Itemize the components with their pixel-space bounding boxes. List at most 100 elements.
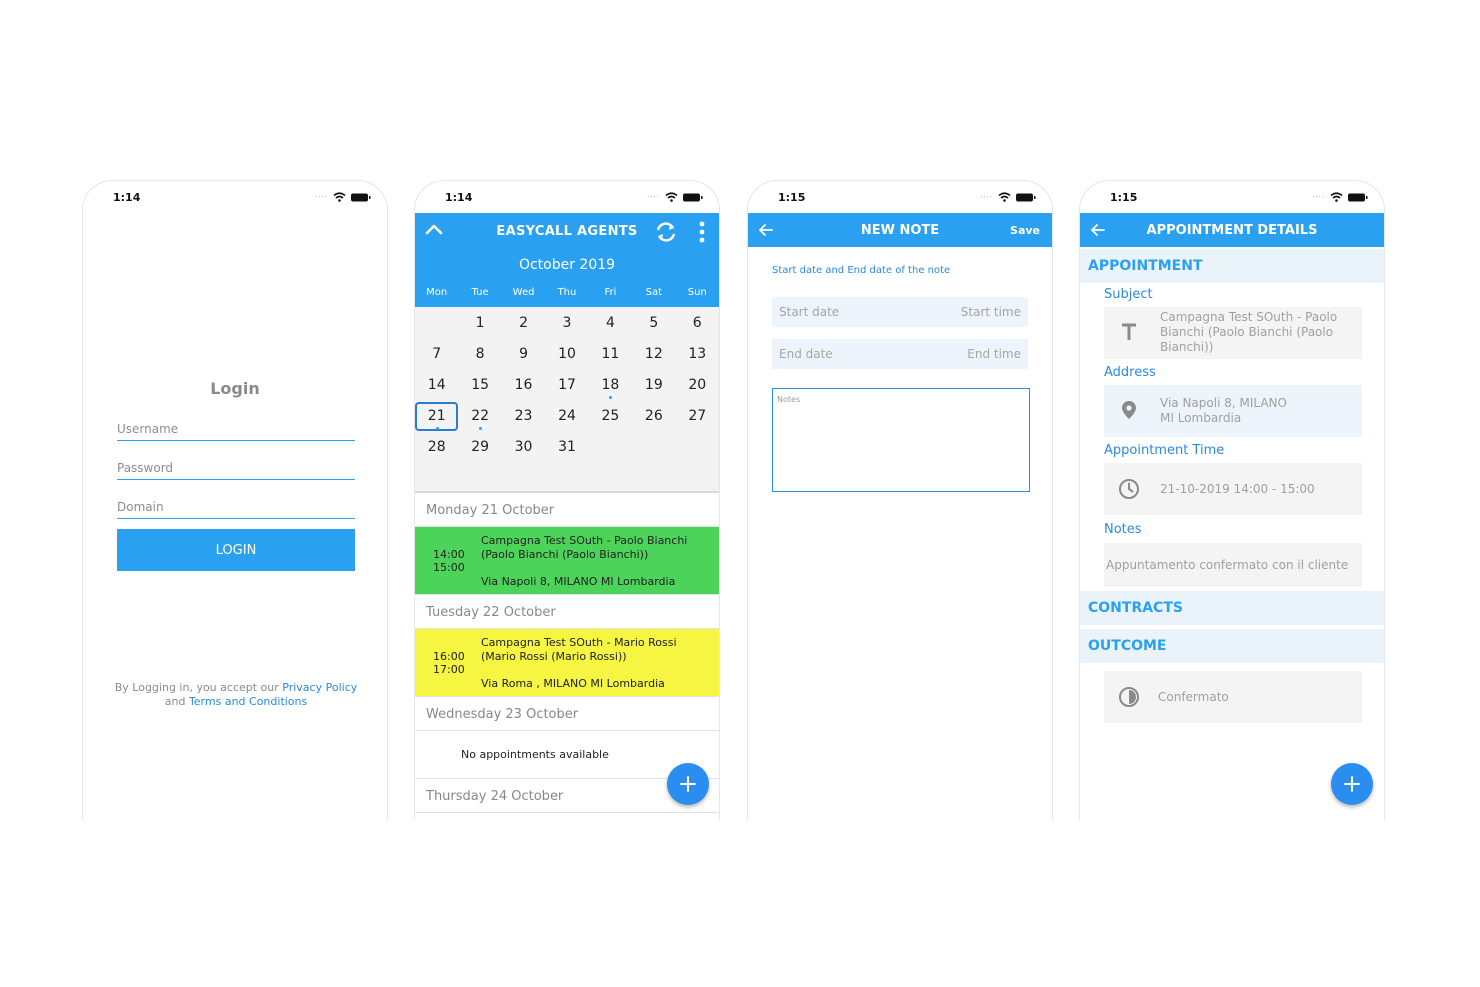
calendar-day[interactable]: 15 <box>458 370 501 401</box>
end-date-field[interactable]: End date <box>779 347 833 361</box>
refresh-icon[interactable] <box>653 219 679 245</box>
calendar-week-row: 21 22 23 24 25 26 27 <box>415 401 719 432</box>
calendar-day[interactable]: 20 <box>676 370 719 401</box>
wifi-icon <box>333 192 346 202</box>
status-bar: 1:14 ···· <box>415 181 719 213</box>
calendar-day[interactable]: 11 <box>589 339 632 370</box>
calendar-day[interactable]: 25 <box>589 401 632 432</box>
text-icon <box>1122 323 1136 340</box>
calendar-day[interactable]: 7 <box>415 339 458 370</box>
status-bar: 1:15 ···· <box>748 181 1052 213</box>
username-field[interactable]: Username <box>117 417 355 441</box>
calendar-day[interactable]: 31 <box>545 432 588 463</box>
start-date-field[interactable]: Start date <box>779 305 839 319</box>
calendar-screen: 1:14 ···· EASYCALL AGENTS October 2019 M… <box>414 180 720 820</box>
agenda-day-header: Tuesday 22 October <box>415 595 719 629</box>
agenda-day-header: Wednesday 23 October <box>415 697 719 731</box>
start-time-field[interactable]: Start time <box>961 305 1021 319</box>
appointment-address: Via Napoli 8, MILANO MI Lombardia <box>481 575 676 588</box>
appointment-subject-line: Campagna Test SOuth - Mario Rossi <box>481 636 677 649</box>
calendar-day[interactable]: 8 <box>458 339 501 370</box>
appointment-subject-line: (Mario Rossi (Mario Rossi)) <box>481 650 627 663</box>
screen-title: NEW NOTE <box>860 223 940 238</box>
password-field[interactable]: Password <box>117 456 355 480</box>
terms-link[interactable]: Terms and Conditions <box>189 695 307 708</box>
calendar-day[interactable]: 5 <box>632 308 675 339</box>
calendar-day[interactable]: 3 <box>545 308 588 339</box>
save-button[interactable]: Save <box>1010 224 1040 237</box>
calendar-day[interactable]: 4 <box>589 308 632 339</box>
appointment-subject-line: Campagna Test SOuth - Paolo Bianchi <box>481 534 688 547</box>
weekday-label: Sat <box>645 287 663 298</box>
location-pin-icon <box>1122 401 1136 419</box>
calendar-day[interactable]: 13 <box>676 339 719 370</box>
calendar-day[interactable]: 12 <box>632 339 675 370</box>
more-options-icon[interactable] <box>693 219 711 245</box>
notes-value: Appuntamento confermato con il cliente <box>1106 558 1349 572</box>
calendar-day[interactable]: 24 <box>545 401 588 432</box>
subject-card: Campagna Test SOuth - Paolo Bianchi (Pao… <box>1104 307 1362 359</box>
calendar-day[interactable]: 19 <box>632 370 675 401</box>
appointment-address: Via Roma , MILANO MI Lombardia <box>481 677 665 690</box>
appointment-row[interactable]: 16:00 17:00 Campagna Test SOuth - Mario Ro… <box>415 629 719 697</box>
section-contracts[interactable]: CONTRACTS <box>1080 591 1384 625</box>
add-appointment-button[interactable] <box>667 763 709 805</box>
weekday-label: Sun <box>687 287 707 298</box>
calendar-week-row: 14 15 16 17 18 19 20 <box>415 370 719 401</box>
calendar-day[interactable]: 28 <box>415 432 458 463</box>
signal-icon: ···· <box>980 193 993 201</box>
calendar-day[interactable]: 16 <box>502 370 545 401</box>
half-circle-icon <box>1119 687 1139 707</box>
outcome-card: Confermato <box>1104 671 1362 723</box>
calendar-day[interactable]: 2 <box>502 308 545 339</box>
calendar-day[interactable]: 22 <box>458 401 501 432</box>
month-label: October 2019 <box>518 257 616 273</box>
calendar-week-row: 7 8 9 10 11 12 13 <box>415 339 719 370</box>
calendar-day[interactable]: 18 <box>589 370 632 401</box>
calendar-day[interactable]: 26 <box>632 401 675 432</box>
privacy-policy-link[interactable]: Privacy Policy <box>282 681 357 694</box>
calendar-day[interactable]: 14 <box>415 370 458 401</box>
status-time: 1:15 <box>778 191 806 204</box>
notes-textarea[interactable]: Notes <box>772 388 1030 492</box>
new-note-screen: 1:15 ···· NEW NOTE Save Start date and E… <box>747 180 1053 820</box>
address-line2: MI Lombardia <box>1160 411 1242 425</box>
wifi-icon <box>998 192 1011 202</box>
login-button[interactable]: LOGIN <box>117 529 355 571</box>
appointment-end: 17:00 <box>433 663 465 676</box>
clock-icon <box>1119 479 1139 499</box>
calendar-day[interactable]: 9 <box>502 339 545 370</box>
status-time: 1:14 <box>445 191 473 204</box>
weekday-label: Mon <box>426 287 448 298</box>
date-hint: Start date and End date of the note <box>772 265 951 276</box>
calendar-day[interactable]: 6 <box>676 308 719 339</box>
section-appointment[interactable]: APPOINTMENT <box>1080 249 1384 283</box>
appointment-subject: Campagna Test SOuth - Mario Rossi (Mario … <box>481 636 711 664</box>
calendar-day[interactable]: 17 <box>545 370 588 401</box>
calendar-week-row: 28 29 30 31 <box>415 432 719 463</box>
calendar-empty-cell <box>632 432 675 463</box>
signal-icon: ···· <box>315 193 328 201</box>
start-row: Start date Start time <box>772 297 1028 327</box>
calendar-day[interactable]: 1 <box>458 308 501 339</box>
weekday-label: Thu <box>557 287 577 298</box>
domain-field[interactable]: Domain <box>117 495 355 519</box>
calendar-day[interactable]: 30 <box>502 432 545 463</box>
end-time-field[interactable]: End time <box>967 347 1021 361</box>
address-card[interactable]: Via Napoli 8, MILANO MI Lombardia <box>1104 385 1362 437</box>
calendar-day[interactable]: 23 <box>502 401 545 432</box>
calendar-empty-cell <box>415 308 458 339</box>
calendar-day[interactable]: 27 <box>676 401 719 432</box>
address-label: Address <box>1104 365 1156 380</box>
notes-card: Appuntamento confermato con il cliente <box>1104 543 1362 587</box>
end-row: End date End time <box>772 339 1028 369</box>
notes-placeholder: Notes <box>777 395 801 404</box>
legal-notice: By Logging in, you accept our Privacy Po… <box>113 681 359 709</box>
calendar-day[interactable]: 21 <box>415 401 459 432</box>
appointment-row[interactable]: 14:00 15:00 Campagna Test SOuth - Paolo Bi… <box>415 527 719 595</box>
calendar-week-row: 123456 <box>415 308 719 339</box>
calendar-day[interactable]: 29 <box>458 432 501 463</box>
add-button[interactable] <box>1331 763 1373 805</box>
calendar-day[interactable]: 10 <box>545 339 588 370</box>
section-outcome[interactable]: OUTCOME <box>1080 629 1384 663</box>
